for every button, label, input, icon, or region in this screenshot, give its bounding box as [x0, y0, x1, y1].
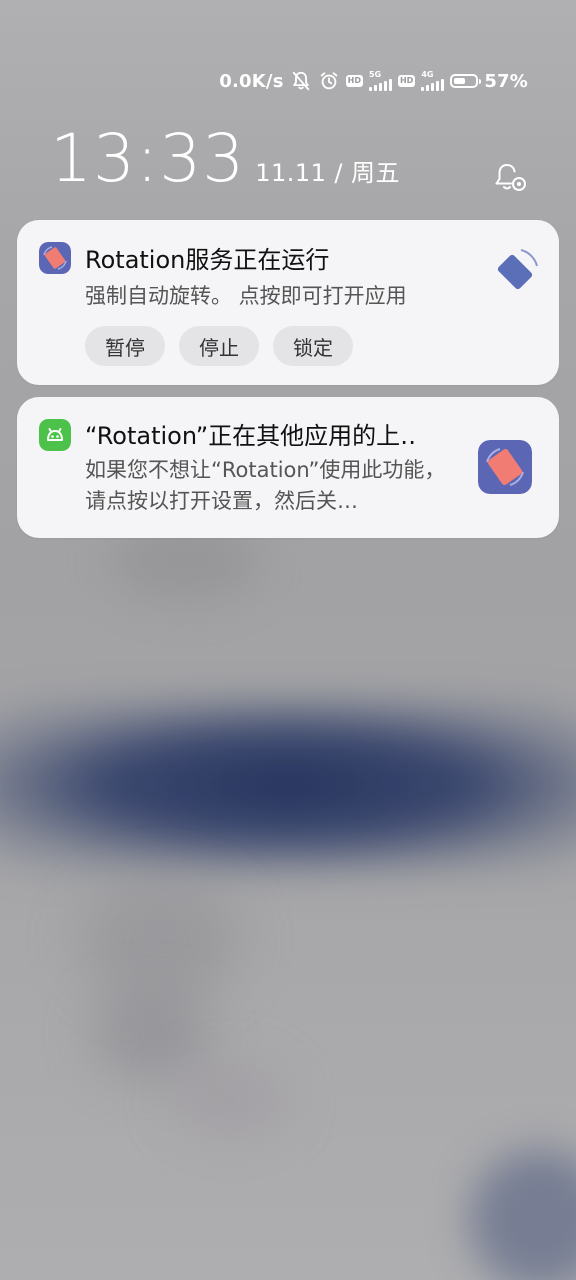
pause-button[interactable]: 暂停 [85, 326, 165, 366]
weekday: 周五 [351, 159, 401, 187]
notification-title: Rotation服务正在运行 [85, 246, 330, 274]
wallpaper-blur-shape [90, 990, 210, 1080]
lockscreen-clock: 13:33 11.11/周五 [50, 126, 400, 192]
wallpaper-blur-shape [80, 880, 240, 1000]
status-bar: 0.0K/s HD 5G HD 4G 57% [219, 66, 528, 96]
notification-settings-icon[interactable] [492, 160, 530, 196]
alarm-icon [318, 70, 340, 92]
hd-volte-icon: HD [345, 75, 363, 87]
notification-actions: 暂停 停止 锁定 [85, 326, 353, 366]
wallpaper-blur-shape [170, 1060, 290, 1140]
wallpaper-blur-band [0, 700, 576, 870]
battery-percent: 57% [484, 70, 528, 92]
clock-date: 11.11/周五 [255, 153, 400, 188]
signal-generation-label: 5G [368, 70, 382, 79]
notification-title: “Rotation”正在其他应用的上‥ [85, 422, 417, 450]
date-separator: / [334, 159, 344, 187]
rotation-app-icon [478, 440, 532, 494]
rotation-diamond-icon [487, 244, 543, 300]
android-system-icon [39, 419, 71, 451]
wallpaper-blur-shape [470, 1150, 576, 1280]
notification-card-overlay-warning[interactable]: “Rotation”正在其他应用的上‥ 如果您不想让“Rotation”使用此功… [17, 397, 559, 538]
rotation-app-icon [39, 242, 71, 274]
notification-text: 如果您不想让“Rotation”使用此功能，请点按以打开设置，然后关… [85, 458, 446, 513]
battery-level [454, 78, 466, 84]
notification-text: 强制自动旋转。 点按即可打开应用 [85, 284, 407, 308]
battery-icon [450, 74, 482, 88]
network-speed: 0.0K/s [219, 70, 284, 92]
notifications-off-icon [290, 70, 312, 92]
notification-card-rotation-service[interactable]: Rotation服务正在运行 强制自动旋转。 点按即可打开应用 暂停 停止 锁定 [17, 220, 559, 385]
lock-button[interactable]: 锁定 [273, 326, 353, 366]
stop-button[interactable]: 停止 [179, 326, 259, 366]
hd-volte-icon: HD [397, 75, 416, 87]
date-value: 11.11 [255, 159, 327, 187]
clock-time: 13:33 [50, 120, 246, 197]
signal-generation-label: 4G [421, 70, 434, 79]
signal-4g-icon: 4G [421, 70, 445, 91]
signal-5g-icon: 5G [368, 70, 392, 91]
